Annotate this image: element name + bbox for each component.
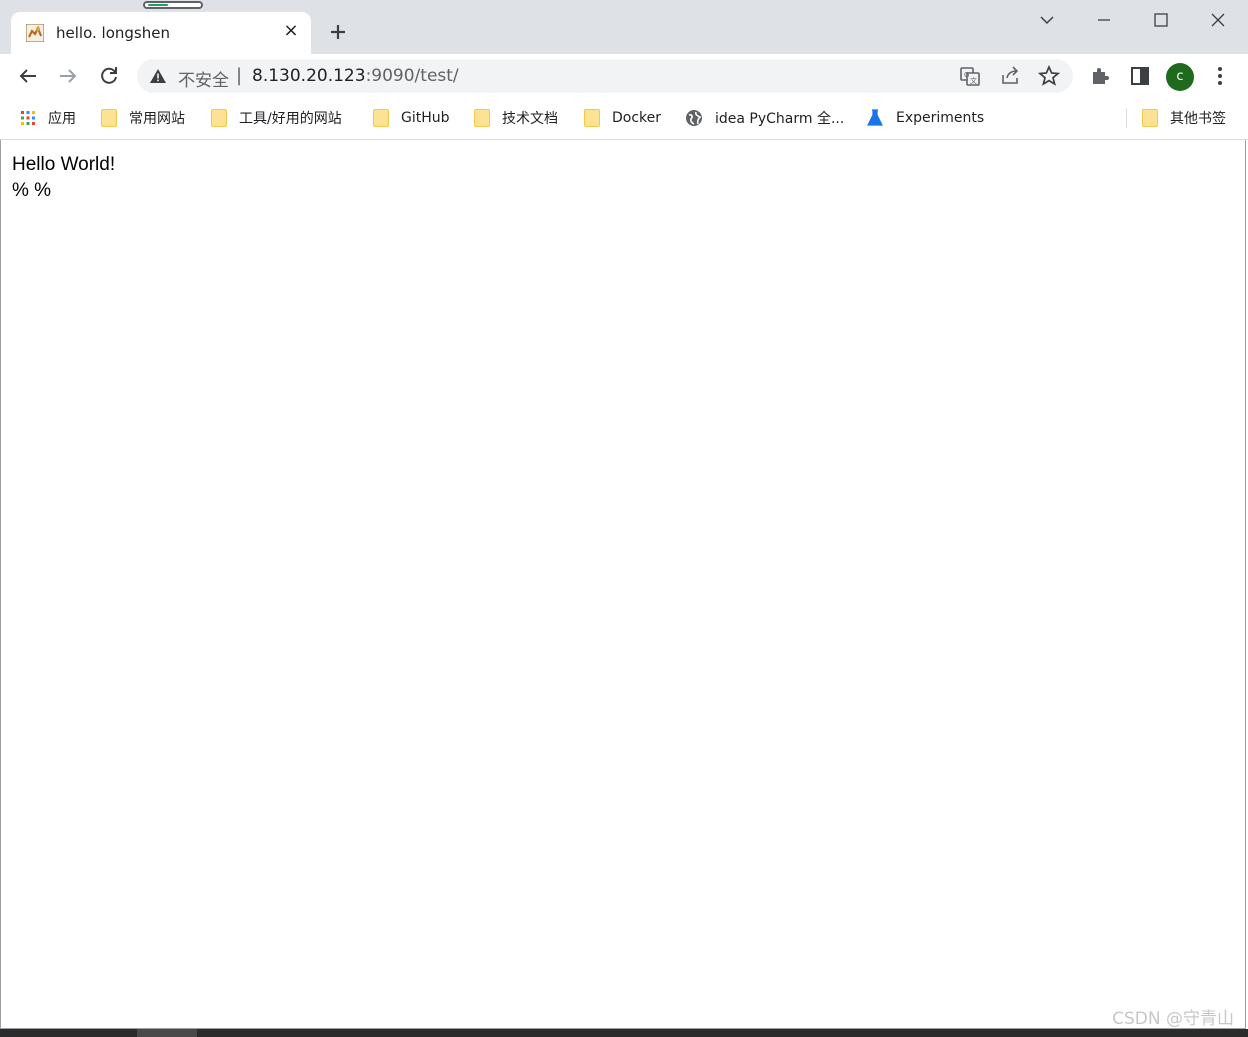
folder-icon bbox=[101, 109, 117, 127]
forward-arrow-icon[interactable] bbox=[56, 64, 80, 88]
bookmarks-bar: 应用 常用网站 工具/好用的网站 GitHub 技术文档 Docker idea… bbox=[0, 98, 1248, 140]
bookmark-folder-tech-docs[interactable]: 技术文档 bbox=[474, 106, 558, 130]
tab-active[interactable]: hello. longshen × bbox=[11, 12, 311, 54]
folder-icon bbox=[584, 109, 600, 127]
bookmark-label: Docker bbox=[612, 110, 662, 126]
bookmark-folder-docker[interactable]: Docker bbox=[584, 106, 661, 130]
bookmark-folder-tools[interactable]: 工具/好用的网站 bbox=[211, 106, 342, 130]
warning-icon[interactable] bbox=[149, 68, 167, 84]
percent-text: % % bbox=[12, 180, 52, 201]
address-bar[interactable]: 不安全 | 8.130.20.123:9090/test/ G 文 bbox=[137, 59, 1073, 93]
tab-strip: hello. longshen × bbox=[0, 0, 1248, 54]
bookmark-label: 常用网站 bbox=[129, 111, 185, 127]
browser-toolbar: 不安全 | 8.130.20.123:9090/test/ G 文 c bbox=[0, 54, 1248, 98]
url-path: :9090/test/ bbox=[365, 66, 459, 86]
tab-search-pill[interactable] bbox=[143, 1, 203, 9]
security-label[interactable]: 不安全 bbox=[178, 66, 229, 91]
security-separator: | bbox=[236, 65, 243, 86]
bookmark-folder-github[interactable]: GitHub bbox=[373, 106, 450, 130]
bookmark-label: GitHub bbox=[401, 110, 450, 126]
csdn-watermark: CSDN @守青山 bbox=[1112, 1009, 1234, 1029]
taskbar-item[interactable] bbox=[137, 1029, 197, 1037]
bookmark-apps[interactable]: 应用 bbox=[20, 106, 76, 130]
close-icon[interactable] bbox=[1206, 8, 1230, 32]
bookmarks-divider bbox=[1126, 108, 1127, 128]
tomcat-favicon-icon bbox=[26, 24, 44, 42]
browser-window bbox=[0, 0, 1246, 1029]
apps-grid-icon bbox=[21, 111, 35, 125]
bookmark-other-folder[interactable]: 其他书签 bbox=[1142, 106, 1226, 130]
svg-text:G: G bbox=[964, 71, 969, 79]
folder-icon bbox=[474, 109, 490, 127]
taskbar-strip bbox=[0, 1029, 1248, 1037]
page-content: Hello World! % % bbox=[12, 152, 115, 204]
bookmark-idea-pycharm[interactable]: idea PyCharm 全... bbox=[685, 106, 844, 130]
translate-icon[interactable]: G 文 bbox=[958, 64, 982, 88]
profile-avatar[interactable]: c bbox=[1166, 63, 1194, 91]
bookmark-label: 应用 bbox=[48, 111, 76, 127]
back-arrow-icon[interactable] bbox=[16, 64, 40, 88]
bookmark-label: Experiments bbox=[896, 110, 985, 126]
bookmark-star-icon[interactable] bbox=[1037, 64, 1061, 88]
bookmark-label: 其他书签 bbox=[1170, 111, 1226, 127]
flask-icon bbox=[867, 109, 883, 126]
side-panel-icon[interactable] bbox=[1128, 64, 1152, 88]
folder-icon bbox=[373, 109, 389, 127]
bookmark-folder-common-sites[interactable]: 常用网站 bbox=[101, 106, 185, 130]
globe-icon bbox=[686, 110, 702, 126]
reload-icon[interactable] bbox=[97, 64, 121, 88]
tab-close-icon[interactable]: × bbox=[283, 22, 299, 40]
bookmark-label: idea PyCharm 全... bbox=[715, 111, 845, 127]
url-host: 8.130.20.123 bbox=[252, 66, 366, 86]
svg-text:文: 文 bbox=[970, 76, 977, 85]
bookmark-label: 技术文档 bbox=[502, 111, 558, 127]
minimize-icon[interactable] bbox=[1092, 8, 1116, 32]
folder-icon bbox=[211, 109, 227, 127]
extensions-puzzle-icon[interactable] bbox=[1088, 64, 1112, 88]
chevron-down-icon[interactable] bbox=[1035, 8, 1059, 32]
bookmark-label: 工具/好用的网站 bbox=[239, 111, 342, 127]
more-menu-icon[interactable] bbox=[1208, 64, 1232, 88]
new-tab-plus-icon[interactable] bbox=[326, 20, 350, 44]
url-text[interactable]: 8.130.20.123:9090/test/ bbox=[252, 66, 459, 86]
share-icon[interactable] bbox=[998, 64, 1022, 88]
folder-icon bbox=[1142, 109, 1158, 127]
bookmark-experiments[interactable]: Experiments bbox=[866, 106, 984, 130]
maximize-icon[interactable] bbox=[1149, 8, 1173, 32]
tab-title: hello. longshen bbox=[56, 24, 170, 42]
hello-world-text: Hello World! bbox=[12, 154, 116, 175]
